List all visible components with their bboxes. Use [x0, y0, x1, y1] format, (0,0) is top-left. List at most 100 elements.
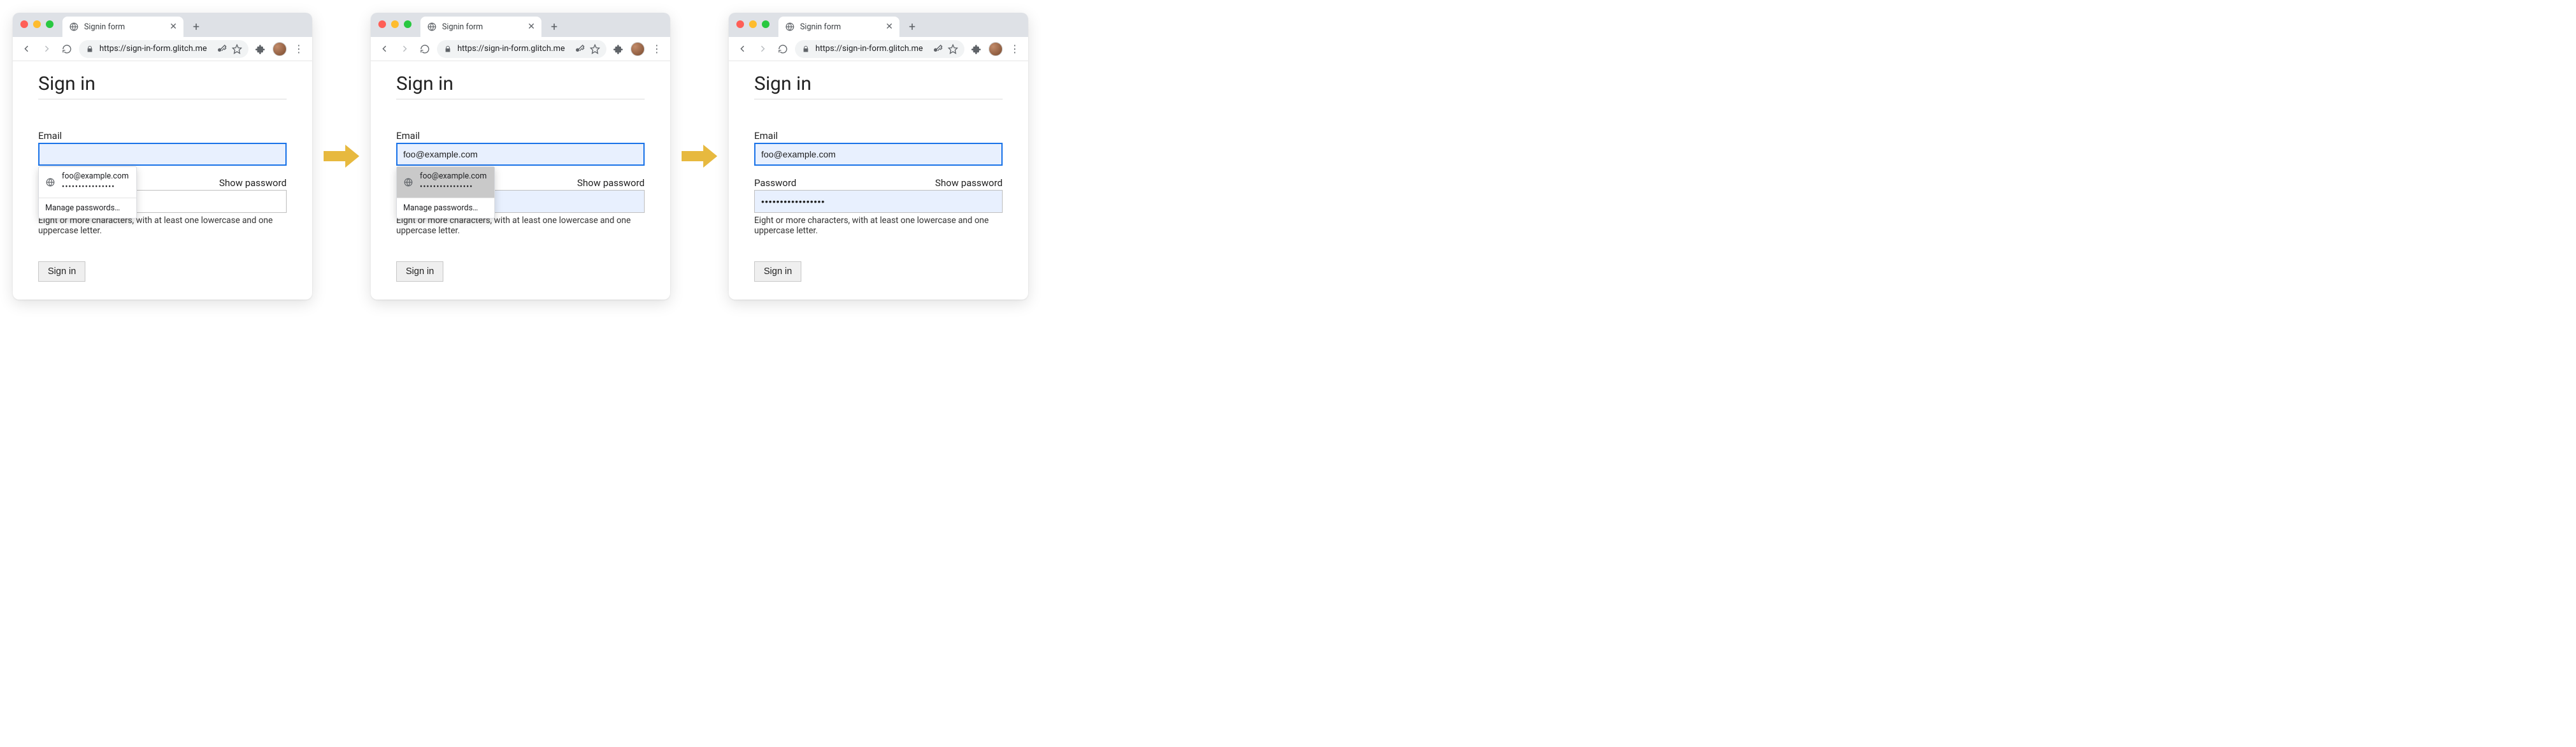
forward-button[interactable]: [38, 41, 55, 57]
window-minimize-button[interactable]: [749, 20, 757, 28]
autofill-dropdown: foo@example.com •••••••••••••••• Manage …: [396, 166, 495, 219]
tab-close-button[interactable]: ✕: [169, 22, 177, 31]
browser-tab[interactable]: Signin form ✕: [420, 17, 541, 37]
password-hint: Eight or more characters, with at least …: [38, 215, 287, 236]
new-tab-button[interactable]: +: [903, 18, 921, 36]
window-close-button[interactable]: [736, 20, 744, 28]
globe-icon: [69, 22, 79, 32]
signin-button[interactable]: Sign in: [38, 261, 85, 282]
kebab-menu-button[interactable]: ⋮: [648, 41, 665, 57]
reload-button[interactable]: [417, 41, 433, 57]
tab-close-button[interactable]: ✕: [527, 22, 535, 31]
key-icon[interactable]: [575, 44, 585, 54]
password-hint: Eight or more characters, with at least …: [396, 215, 645, 236]
password-field-group: Password Show password Eight or more cha…: [754, 177, 1003, 236]
arrow-icon: [682, 143, 717, 169]
page-content: Sign in Email foo@example.com ••••••••••…: [371, 61, 670, 300]
address-bar[interactable]: https://sign-in-form.glitch.me: [437, 40, 606, 58]
show-password-toggle[interactable]: Show password: [577, 177, 645, 189]
email-input[interactable]: [396, 143, 645, 166]
extensions-button[interactable]: [968, 41, 985, 57]
autofill-suggestion[interactable]: foo@example.com ••••••••••••••••: [39, 167, 136, 198]
kebab-menu-button[interactable]: ⋮: [290, 41, 307, 57]
new-tab-button[interactable]: +: [187, 18, 205, 36]
back-button[interactable]: [18, 41, 34, 57]
window-minimize-button[interactable]: [391, 20, 399, 28]
manage-passwords-link[interactable]: Manage passwords…: [39, 198, 136, 218]
window-close-button[interactable]: [378, 20, 386, 28]
page-title: Sign in: [38, 73, 287, 99]
email-field-group: Email foo@example.com •••••••••••••••• M…: [396, 130, 645, 166]
window-zoom-button[interactable]: [46, 20, 54, 28]
star-icon[interactable]: [948, 44, 958, 54]
star-icon[interactable]: [232, 44, 242, 54]
password-hint: Eight or more characters, with at least …: [754, 215, 1003, 236]
star-icon[interactable]: [590, 44, 600, 54]
extensions-button[interactable]: [252, 41, 269, 57]
toolbar: https://sign-in-form.glitch.me ⋮: [371, 37, 670, 61]
email-label: Email: [38, 130, 62, 141]
back-button[interactable]: [734, 41, 750, 57]
toolbar: https://sign-in-form.glitch.me ⋮: [729, 37, 1028, 61]
show-password-toggle[interactable]: Show password: [935, 177, 1003, 189]
extensions-button[interactable]: [610, 41, 627, 57]
tab-strip: Signin form ✕ +: [729, 13, 1028, 37]
signin-button[interactable]: Sign in: [396, 261, 443, 282]
browser-tab[interactable]: Signin form ✕: [62, 17, 183, 37]
autofill-dropdown: foo@example.com •••••••••••••••• Manage …: [38, 166, 137, 219]
forward-button[interactable]: [396, 41, 413, 57]
browser-window-2: Signin form ✕ + https://sign-in-form.gli…: [371, 13, 670, 300]
window-controls: [20, 20, 54, 28]
autofill-suggestion[interactable]: foo@example.com ••••••••••••••••: [397, 167, 494, 198]
suggestion-password-mask: ••••••••••••••••: [420, 182, 487, 193]
reload-button[interactable]: [59, 41, 75, 57]
tab-title: Signin form: [84, 22, 164, 32]
window-minimize-button[interactable]: [33, 20, 41, 28]
signin-button[interactable]: Sign in: [754, 261, 801, 282]
address-bar[interactable]: https://sign-in-form.glitch.me: [79, 40, 248, 58]
key-icon[interactable]: [217, 44, 227, 54]
url-text: https://sign-in-form.glitch.me: [99, 44, 211, 54]
browser-window-3: Signin form ✕ + https://sign-in-form.gli…: [729, 13, 1028, 300]
arrow-icon: [324, 143, 359, 169]
page-content: Sign in Email foo@example.com ••••••••••…: [13, 61, 312, 300]
address-bar[interactable]: https://sign-in-form.glitch.me: [795, 40, 964, 58]
password-input[interactable]: [754, 190, 1003, 213]
suggestion-password-mask: ••••••••••••••••: [62, 182, 129, 193]
key-icon[interactable]: [933, 44, 943, 54]
tab-strip: Signin form ✕ +: [371, 13, 670, 37]
window-controls: [736, 20, 769, 28]
email-label: Email: [754, 130, 778, 141]
show-password-toggle[interactable]: Show password: [219, 177, 287, 189]
lock-icon: [801, 45, 810, 53]
reload-button[interactable]: [775, 41, 791, 57]
window-controls: [378, 20, 411, 28]
email-field-group: Email foo@example.com ••••••••••••••••: [38, 130, 287, 166]
kebab-menu-button[interactable]: ⋮: [1006, 41, 1023, 57]
tab-title: Signin form: [800, 22, 880, 32]
email-input[interactable]: [754, 143, 1003, 166]
profile-avatar[interactable]: [631, 42, 645, 56]
new-tab-button[interactable]: +: [545, 18, 563, 36]
forward-button[interactable]: [754, 41, 771, 57]
tab-close-button[interactable]: ✕: [885, 22, 893, 31]
email-input[interactable]: [38, 143, 287, 166]
suggestion-email: foo@example.com: [420, 171, 487, 182]
email-label: Email: [396, 130, 420, 141]
suggestion-email: foo@example.com: [62, 171, 129, 182]
window-close-button[interactable]: [20, 20, 28, 28]
profile-avatar[interactable]: [273, 42, 287, 56]
window-zoom-button[interactable]: [404, 20, 411, 28]
url-text: https://sign-in-form.glitch.me: [815, 44, 927, 54]
back-button[interactable]: [376, 41, 392, 57]
window-zoom-button[interactable]: [762, 20, 769, 28]
manage-passwords-link[interactable]: Manage passwords…: [397, 198, 494, 218]
page-content: Sign in Email Password Show password Eig…: [729, 61, 1028, 300]
browser-tab[interactable]: Signin form ✕: [778, 17, 899, 37]
profile-avatar[interactable]: [989, 42, 1003, 56]
tab-title: Signin form: [442, 22, 522, 32]
browser-window-1: Signin form ✕ + https://sign-in-form.gli…: [13, 13, 312, 300]
page-title: Sign in: [396, 73, 645, 99]
lock-icon: [443, 45, 452, 53]
url-text: https://sign-in-form.glitch.me: [457, 44, 569, 54]
